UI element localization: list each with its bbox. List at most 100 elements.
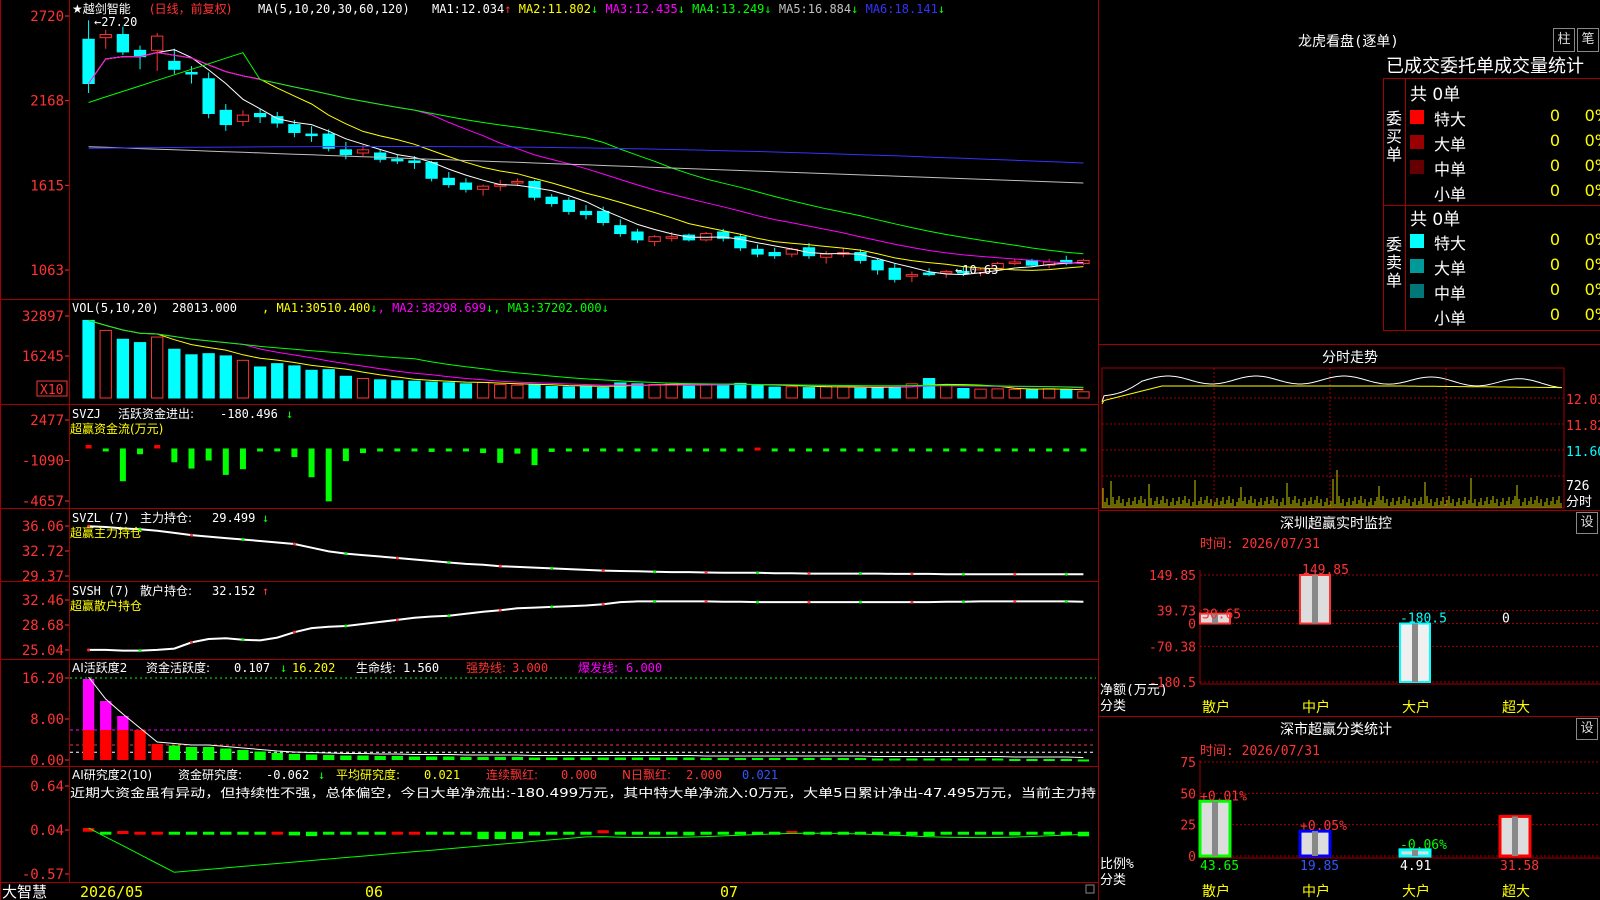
candle-body xyxy=(871,259,884,271)
flow-bar xyxy=(222,448,229,475)
monitor-ylabel: 净额(万元) xyxy=(1100,683,1168,698)
flow-bar xyxy=(1063,448,1070,452)
stats-value: 31.58 xyxy=(1500,859,1539,874)
svzl-panel[interactable]: 36.06 32.72 29.37 xyxy=(22,519,1084,585)
stats-settings-button[interactable]: 设 xyxy=(1576,718,1598,740)
activity-bar xyxy=(871,758,884,761)
activity-bar xyxy=(1060,759,1072,761)
activity-bar xyxy=(134,730,146,760)
order-row: 特大 0 0% xyxy=(1410,106,1600,130)
order-label: 中单 xyxy=(1434,284,1467,303)
order-row: 小单 0 0% xyxy=(1410,305,1600,329)
candle-body xyxy=(374,152,387,160)
candlestick-panel[interactable]: 2720 2168 1615 1063 ←27.20 ←10.63 xyxy=(30,9,1090,283)
volume-bar xyxy=(802,387,816,399)
stock-chart-canvas[interactable]: 2720 2168 1615 1063 ←27.20 ←10.63 32897 16245 X… xyxy=(0,0,1600,900)
buy-total: 共 0单 xyxy=(1410,85,1461,105)
activity-bar xyxy=(683,757,695,760)
ma-arrow: ↓ xyxy=(764,2,771,16)
volume-panel[interactable]: 32897 16245 X10 xyxy=(22,309,1090,399)
flow-bar xyxy=(771,448,778,452)
research-bar xyxy=(374,831,386,835)
ma-value: 18.141 xyxy=(895,2,938,16)
svzl-point xyxy=(858,572,862,576)
svzj-y-tick: 2477 xyxy=(30,413,64,429)
chart-mode: (日线，前复权) xyxy=(150,1,231,16)
activity-bar xyxy=(340,755,352,760)
volume-bar xyxy=(528,384,541,399)
activity-bar xyxy=(974,758,987,761)
volume-bar xyxy=(991,388,1004,399)
flow-bar xyxy=(325,448,332,502)
lock-icon[interactable] xyxy=(1085,884,1095,894)
volume-bar xyxy=(494,383,507,399)
stats-bar-shade xyxy=(1212,801,1218,856)
activity-bar xyxy=(769,758,781,760)
bar-view-button[interactable]: 柱 xyxy=(1553,28,1575,52)
order-percent: 0% xyxy=(1584,156,1600,175)
flow-bar xyxy=(531,448,538,466)
stats-ylabel: 比例% xyxy=(1100,857,1134,872)
svsh-point xyxy=(807,600,811,604)
svzj-caption: SVZJ 活跃资金进出: -180.496 ↓ 超赢资金流(万元) xyxy=(70,406,293,436)
activity-bar xyxy=(220,748,232,760)
monitor-category: 散户 xyxy=(1202,699,1230,716)
flow-bar xyxy=(205,448,212,461)
right-panels[interactable]: 12.0311.8211.60726分时149.8539.730-70.38-1… xyxy=(1101,367,1600,900)
research-bar xyxy=(305,831,318,837)
candle-body xyxy=(425,161,438,179)
flow-bar xyxy=(445,448,452,452)
svsh-point xyxy=(138,649,142,653)
flow-bar xyxy=(377,448,384,452)
flow-bar xyxy=(154,445,161,449)
ai2-y-tick: 0.04 xyxy=(30,823,64,839)
candle-body xyxy=(511,180,524,184)
candle-body xyxy=(99,34,112,39)
order-count: 0 xyxy=(1549,156,1560,175)
research-bar xyxy=(580,831,592,835)
vol-y-tick: 32897 xyxy=(22,309,64,325)
ai2-nday-value: 2.000 xyxy=(686,768,722,782)
svzj-panel[interactable]: 2477 -1090 -4657 xyxy=(22,413,1087,510)
order-count: 0 xyxy=(1549,255,1560,274)
svzl-point xyxy=(292,542,296,546)
ai-activity-panel[interactable]: 16.20 8.00 0.00 xyxy=(22,671,1096,769)
research-bar xyxy=(443,831,455,835)
order-count: 0 xyxy=(1549,181,1560,200)
ai1-life-value: 1.560 xyxy=(403,661,439,675)
vol-caption: VOL(5,10,20) 28013.000 , MA1:30510.400↓,… xyxy=(72,301,609,315)
ma-line-10 xyxy=(88,51,1084,271)
order-color-swatch xyxy=(1410,160,1424,174)
monitor-settings-button[interactable]: 设 xyxy=(1576,512,1598,534)
activity-bar xyxy=(717,758,729,760)
research-bar xyxy=(202,831,215,835)
activity-bar-base xyxy=(82,730,95,760)
svsh-panel[interactable]: 32.46 28.68 25.04 xyxy=(22,593,1084,659)
volume-bar xyxy=(116,338,130,399)
volume-bar xyxy=(596,387,610,399)
svzl-point xyxy=(653,570,657,574)
order-count: 0 xyxy=(1549,106,1560,125)
volume-bar xyxy=(1008,388,1021,399)
tick-view-button[interactable]: 笔 xyxy=(1577,28,1599,52)
flow-bar xyxy=(994,448,1001,452)
ma-arrow: ↓ xyxy=(938,2,945,16)
research-bar xyxy=(340,831,352,835)
volume-bar xyxy=(82,319,95,399)
ma-value: 16.884 xyxy=(808,2,851,16)
research-bar xyxy=(460,831,472,835)
svsh-arrow: ↑ xyxy=(262,584,269,598)
stats-category: 大户 xyxy=(1402,883,1430,900)
ma-line-60 xyxy=(88,146,1084,184)
activity-bar xyxy=(597,757,609,760)
ma-value-label: MA6: xyxy=(858,2,894,16)
ai2-text: 资金研究度: xyxy=(178,767,242,782)
candle-body xyxy=(614,225,627,235)
vol-unit-text: X10 xyxy=(40,383,63,398)
svzl-point xyxy=(601,569,605,573)
activity-bar xyxy=(408,756,421,760)
stats-title: 深市超赢分类统计 xyxy=(1280,721,1392,738)
research-bar xyxy=(683,831,695,836)
activity-bar xyxy=(528,757,541,760)
stats-tick: 25 xyxy=(1180,819,1196,834)
